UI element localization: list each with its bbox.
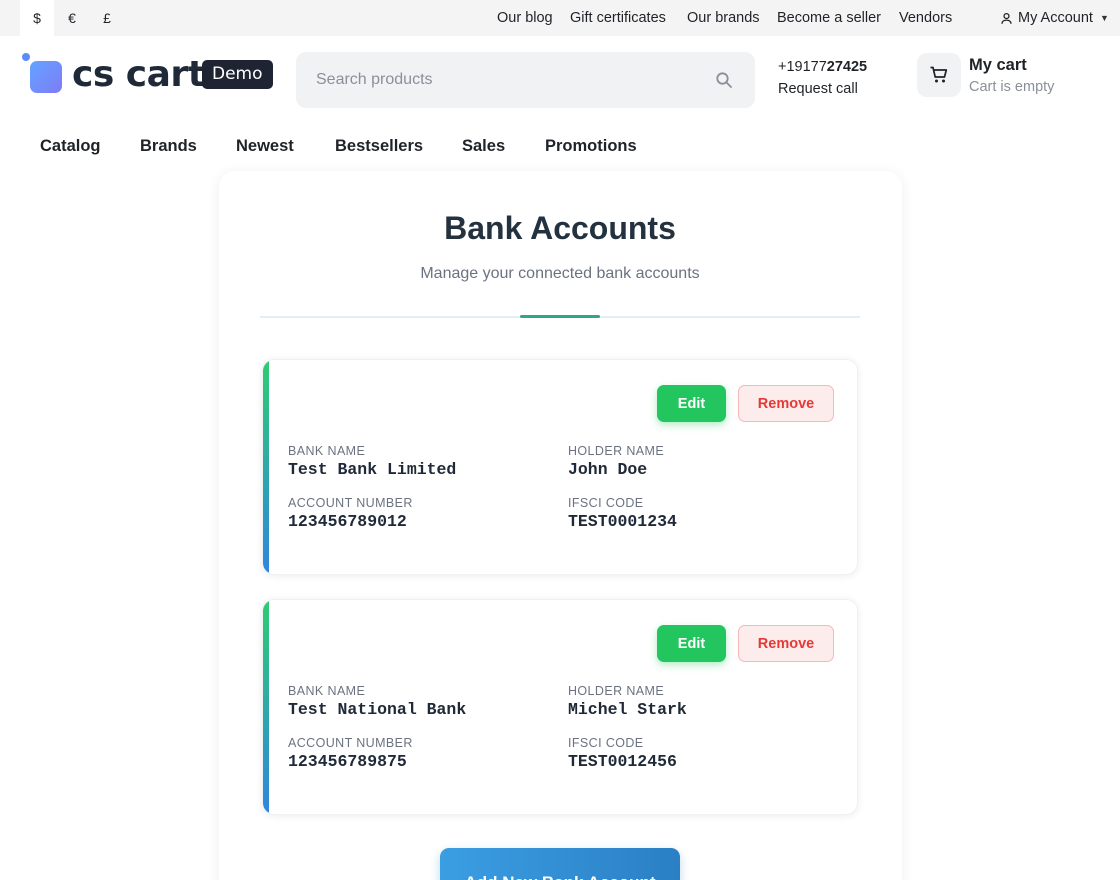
cart-button[interactable]: [917, 53, 961, 97]
nav-bestsellers[interactable]: Bestsellers: [335, 137, 423, 156]
ifsci-code-value: TEST0001234: [568, 512, 677, 531]
add-bank-account-button[interactable]: Add New Bank Account: [440, 848, 680, 880]
ifsci-code-label: IFSCI CODE: [568, 736, 644, 750]
phone-bold: 27425: [826, 59, 868, 75]
bank-account-card: Edit Remove BANK NAME Test Bank Limited …: [262, 359, 858, 575]
bank-name-label: BANK NAME: [288, 444, 366, 458]
currency-gbp[interactable]: £: [90, 0, 124, 36]
link-our-blog[interactable]: Our blog: [497, 0, 553, 36]
account-number-value: 123456789012: [288, 512, 407, 531]
page-title: Bank Accounts: [444, 210, 676, 246]
link-gift-certificates[interactable]: Gift certificates: [570, 0, 666, 36]
cart-status: Cart is empty: [969, 79, 1055, 95]
logo-dot: [22, 53, 30, 61]
logo-text: cs cart: [72, 54, 205, 95]
account-number-label: ACCOUNT NUMBER: [288, 496, 413, 510]
link-become-seller[interactable]: Become a seller: [777, 0, 881, 36]
logo-demo-badge: Demo: [202, 60, 273, 89]
link-vendors[interactable]: Vendors: [899, 0, 952, 36]
ifsci-code-value: TEST0012456: [568, 752, 677, 771]
phone-number[interactable]: +1917727425: [778, 58, 867, 76]
search-box: [296, 52, 755, 108]
cart-title[interactable]: My cart: [969, 56, 1027, 75]
edit-button[interactable]: Edit: [657, 385, 726, 422]
top-bar: $ € £ Our blog Gift certificates Our bra…: [0, 0, 1120, 36]
holder-name-label: HOLDER NAME: [568, 684, 665, 698]
ifsci-code-label: IFSCI CODE: [568, 496, 644, 510]
my-account-menu[interactable]: My Account ▼: [1000, 0, 1109, 36]
nav-sales[interactable]: Sales: [462, 137, 505, 156]
holder-name-value: John Doe: [568, 460, 648, 479]
nav-promotions[interactable]: Promotions: [545, 137, 637, 156]
currency-usd[interactable]: $: [20, 0, 54, 36]
nav-newest[interactable]: Newest: [236, 137, 294, 156]
page-subtitle: Manage your connected bank accounts: [420, 265, 700, 282]
title-divider-accent: [520, 315, 600, 318]
caret-down-icon: ▼: [1099, 13, 1109, 23]
logo-mark: [30, 61, 62, 93]
card-accent-stripe: [263, 600, 269, 814]
bank-name-value: Test National Bank: [288, 700, 467, 719]
card-accent-stripe: [263, 360, 269, 574]
search-icon[interactable]: [715, 71, 733, 89]
link-our-brands[interactable]: Our brands: [687, 0, 760, 36]
account-number-label: ACCOUNT NUMBER: [288, 736, 413, 750]
remove-button[interactable]: Remove: [738, 625, 834, 662]
search-input[interactable]: [316, 66, 706, 94]
account-number-value: 123456789875: [288, 752, 407, 771]
my-account-label: My Account: [1018, 10, 1093, 26]
edit-button[interactable]: Edit: [657, 625, 726, 662]
holder-name-value: Michel Stark: [568, 700, 687, 719]
holder-name-label: HOLDER NAME: [568, 444, 665, 458]
phone-prefix: +19177: [778, 59, 827, 75]
request-call-link[interactable]: Request call: [778, 80, 858, 98]
logo[interactable]: cs cart Demo: [20, 50, 280, 96]
bank-account-card: Edit Remove BANK NAME Test National Bank…: [262, 599, 858, 815]
nav-brands[interactable]: Brands: [140, 137, 197, 156]
currency-eur[interactable]: €: [55, 0, 89, 36]
user-icon: [1000, 12, 1013, 25]
bank-name-label: BANK NAME: [288, 684, 366, 698]
remove-button[interactable]: Remove: [738, 385, 834, 422]
bank-name-value: Test Bank Limited: [288, 460, 457, 479]
nav-catalog[interactable]: Catalog: [40, 137, 101, 156]
